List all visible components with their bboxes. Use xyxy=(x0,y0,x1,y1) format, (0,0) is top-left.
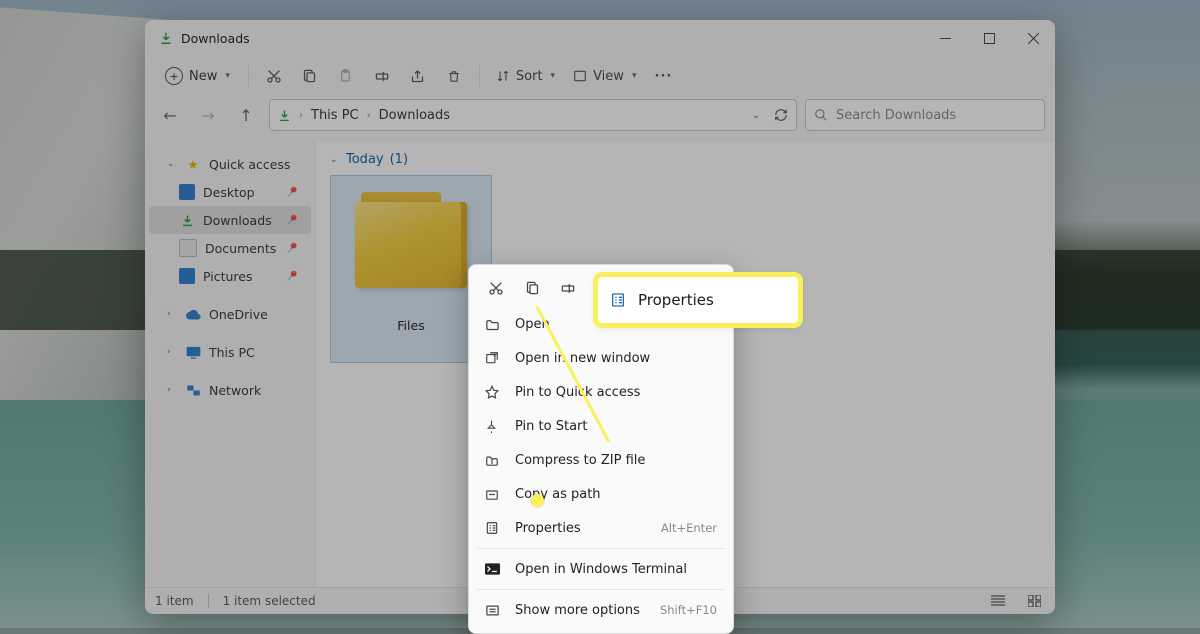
ctx-shortcut: Shift+F10 xyxy=(660,603,717,617)
ctx-label: Copy as path xyxy=(515,487,601,502)
new-window-icon xyxy=(485,351,503,365)
ctx-shortcut: Alt+Enter xyxy=(661,521,717,535)
ctx-open-new-window[interactable]: Open in new window xyxy=(475,341,727,375)
ctx-show-more[interactable]: Show more options Shift+F10 xyxy=(475,593,727,627)
ctx-label: Pin to Start xyxy=(515,419,587,434)
cut-button[interactable] xyxy=(485,277,507,299)
zip-icon xyxy=(485,454,503,467)
ctx-properties[interactable]: Properties Alt+Enter xyxy=(475,511,727,545)
callout-properties: Properties xyxy=(598,277,798,323)
ctx-label: Properties xyxy=(515,521,581,536)
divider xyxy=(477,548,725,549)
ctx-open-terminal[interactable]: Open in Windows Terminal xyxy=(475,552,727,586)
more-icon xyxy=(485,604,503,617)
copy-button[interactable] xyxy=(521,277,543,299)
properties-icon xyxy=(485,521,503,535)
rename-button[interactable] xyxy=(557,277,579,299)
ctx-label: Show more options xyxy=(515,603,640,618)
pin-icon xyxy=(485,419,503,433)
open-icon xyxy=(485,318,503,331)
ctx-label: Open in Windows Terminal xyxy=(515,562,687,577)
ctx-copy-path[interactable]: Copy as path xyxy=(475,477,727,511)
path-icon xyxy=(485,488,503,501)
ctx-label: Open in new window xyxy=(515,351,650,366)
pin-icon xyxy=(485,385,503,399)
ctx-compress-zip[interactable]: Compress to ZIP file xyxy=(475,443,727,477)
divider xyxy=(477,589,725,590)
properties-icon xyxy=(610,292,626,308)
ctx-pin-quick-access[interactable]: Pin to Quick access xyxy=(475,375,727,409)
callout-anchor xyxy=(531,494,544,507)
terminal-icon xyxy=(485,563,503,575)
callout-label: Properties xyxy=(638,291,714,309)
ctx-label: Compress to ZIP file xyxy=(515,453,645,468)
